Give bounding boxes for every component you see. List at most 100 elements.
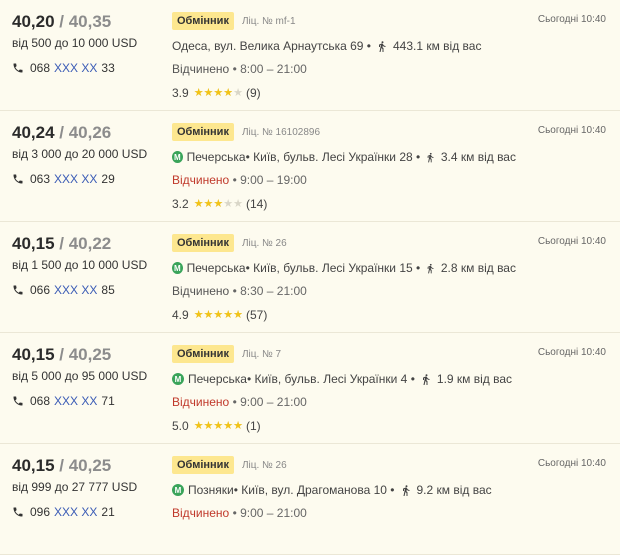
- offer-card[interactable]: 40,15 / 40,22 від 1 500 до 10 000 USD 06…: [0, 222, 620, 333]
- open-status: Відчинено: [172, 506, 230, 520]
- offer-rates: 40,20 / 40,35 від 500 до 10 000 USD 068 X…: [12, 12, 162, 75]
- offer-card[interactable]: 40,15 / 40,25 від 999 до 27 777 USD 096 X…: [0, 444, 620, 555]
- metro-icon: M: [172, 373, 184, 385]
- metro-station: Печерська: [186, 150, 246, 164]
- buy-rate: 40,15: [12, 234, 55, 253]
- amount-range: від 500 до 10 000 USD: [12, 36, 138, 50]
- offer-card[interactable]: 40,20 / 40,35 від 500 до 10 000 USD 068 X…: [0, 0, 620, 111]
- address-row: M Позняки • Київ, вул. Драгоманова 10 • …: [172, 483, 522, 497]
- show-phone-link[interactable]: XXX XX: [54, 172, 97, 186]
- rating-value: 5.0: [172, 419, 189, 433]
- hours-range: • 8:00 – 21:00: [229, 62, 307, 76]
- address-text: • Київ, вул. Драгоманова 10 •: [233, 483, 395, 497]
- address-text: • Київ, бульв. Лесі Українки 28 •: [245, 150, 421, 164]
- metro-station: Позняки: [188, 483, 234, 497]
- star-rating: ★★★★★★★★★★: [193, 420, 243, 432]
- offer-details: Обмінник Ліц. № 7 M Печерська • Київ, бу…: [172, 345, 522, 433]
- offer-card[interactable]: 40,15 / 40,25 від 5 000 до 95 000 USD 06…: [0, 333, 620, 444]
- address-text: • Київ, бульв. Лесі Українки 4 •: [246, 372, 415, 386]
- offer-details: Обмінник Ліц. № mf-1 Одеса, вул. Велика …: [172, 12, 522, 100]
- review-count: (1): [246, 419, 261, 433]
- phone-number[interactable]: 066 XXX XX 85: [12, 283, 162, 297]
- rate-pair: 40,15 / 40,25: [12, 345, 112, 364]
- updated-time: Сьогодні 10:40: [537, 125, 606, 136]
- sell-rate: 40,25: [68, 456, 112, 475]
- buy-rate: 40,20: [12, 12, 55, 31]
- distance: 2.8 км від вас: [440, 261, 516, 275]
- address-text: • Київ, бульв. Лесі Українки 15 •: [245, 261, 421, 275]
- address-row: Одеса, вул. Велика Арнаутська 69 • 443.1…: [172, 39, 522, 53]
- show-phone-link[interactable]: XXX XX: [54, 505, 97, 519]
- working-hours: Відчинено • 9:00 – 19:00: [172, 173, 522, 187]
- buy-rate: 40,15: [12, 456, 55, 475]
- exchanger-badge: Обмінник: [172, 234, 234, 252]
- phone-number[interactable]: 096 XXX XX 21: [12, 505, 162, 519]
- rating-row[interactable]: 3.2 ★★★★★★★★★★ (14): [172, 197, 522, 211]
- distance: 3.4 км від вас: [440, 150, 516, 164]
- rating-row[interactable]: 3.9 ★★★★★★★★★★ (9): [172, 86, 522, 100]
- rating-row[interactable]: 4.9 ★★★★★ ★★★★★ (57): [172, 308, 522, 322]
- updated-time: Сьогодні 10:40: [537, 458, 606, 469]
- working-hours: Відчинено • 8:00 – 21:00: [172, 62, 522, 76]
- open-status: Відчинено: [172, 395, 230, 409]
- amount-range: від 3 000 до 20 000 USD: [12, 147, 148, 161]
- license-number: Ліц. № 7: [241, 348, 282, 360]
- amount-range: від 5 000 до 95 000 USD: [12, 369, 148, 383]
- distance: 1.9 км від вас: [436, 372, 513, 386]
- sell-rate: 40,25: [68, 345, 112, 364]
- rate-pair: 40,15 / 40,25: [12, 456, 112, 475]
- sell-rate: 40,35: [68, 12, 112, 31]
- review-count: (14): [246, 197, 268, 211]
- phone-prefix: 066: [30, 283, 51, 297]
- phone-number[interactable]: 063 XXX XX 29: [12, 172, 162, 186]
- show-phone-link[interactable]: XXX XX: [54, 61, 97, 75]
- phone-suffix: 29: [101, 172, 115, 186]
- offer-details: Обмінник Ліц. № 26 M Позняки • Київ, вул…: [172, 456, 522, 520]
- phone-suffix: 85: [101, 283, 115, 297]
- phone-suffix: 71: [101, 394, 115, 408]
- open-status: Відчинено: [172, 62, 230, 76]
- walking-icon: [427, 263, 434, 273]
- offer-rates: 40,15 / 40,25 від 999 до 27 777 USD 096 X…: [12, 456, 162, 519]
- phone-suffix: 33: [101, 61, 115, 75]
- walking-icon: [422, 373, 430, 385]
- buy-rate: 40,15: [12, 345, 55, 364]
- open-status: Відчинено: [172, 284, 230, 298]
- hours-range: • 9:00 – 21:00: [229, 506, 307, 520]
- metro-station: Печерська: [188, 372, 247, 386]
- walking-icon: [378, 40, 386, 52]
- hours-range: • 8:30 – 21:00: [229, 284, 307, 298]
- address-row: M Печерська • Київ, бульв. Лесі Українки…: [172, 372, 522, 386]
- phone-prefix: 096: [30, 505, 51, 519]
- star-rating: ★★★★★★★★★★: [193, 87, 243, 99]
- star-rating: ★★★★★★★★★★: [193, 198, 243, 210]
- exchanger-badge: Обмінник: [172, 456, 234, 474]
- offer-rates: 40,24 / 40,26 від 3 000 до 20 000 USD 06…: [12, 123, 162, 186]
- exchanger-badge: Обмінник: [172, 123, 234, 141]
- show-phone-link[interactable]: XXX XX: [54, 394, 97, 408]
- phone-suffix: 21: [101, 505, 115, 519]
- phone-icon: [13, 63, 23, 73]
- license-number: Ліц. № mf-1: [241, 15, 296, 27]
- walking-icon: [402, 484, 409, 496]
- amount-range: від 1 500 до 10 000 USD: [12, 258, 148, 272]
- license-number: Ліц. № 26: [241, 459, 287, 471]
- walking-icon: [427, 152, 434, 162]
- show-phone-link[interactable]: XXX XX: [54, 283, 97, 297]
- rate-pair: 40,24 / 40,26: [12, 123, 112, 142]
- buy-rate: 40,24: [12, 123, 55, 142]
- rating-row[interactable]: 5.0 ★★★★★ ★★★★★ (1): [172, 419, 522, 433]
- phone-icon: [13, 507, 23, 517]
- address-text: Одеса, вул. Велика Арнаутська 69 •: [172, 39, 371, 53]
- offer-card[interactable]: 40,24 / 40,26 від 3 000 до 20 000 USD 06…: [0, 111, 620, 222]
- exchange-offer-list: 40,20 / 40,35 від 500 до 10 000 USD 068 X…: [0, 0, 620, 555]
- rate-pair: 40,20 / 40,35: [12, 12, 112, 31]
- metro-station: Печерська: [186, 261, 246, 275]
- phone-number[interactable]: 068 XXX XX 71: [12, 394, 162, 408]
- offer-details: Обмінник Ліц. № 16102896 M Печерська • К…: [172, 123, 522, 211]
- phone-number[interactable]: 068 XXX XX 33: [12, 61, 162, 75]
- distance: 9.2 км від вас: [416, 483, 492, 497]
- phone-icon: [13, 396, 23, 406]
- star-rating: ★★★★★★★★★★: [193, 309, 243, 321]
- address-row: M Печерська • Київ, бульв. Лесі Українки…: [172, 261, 522, 275]
